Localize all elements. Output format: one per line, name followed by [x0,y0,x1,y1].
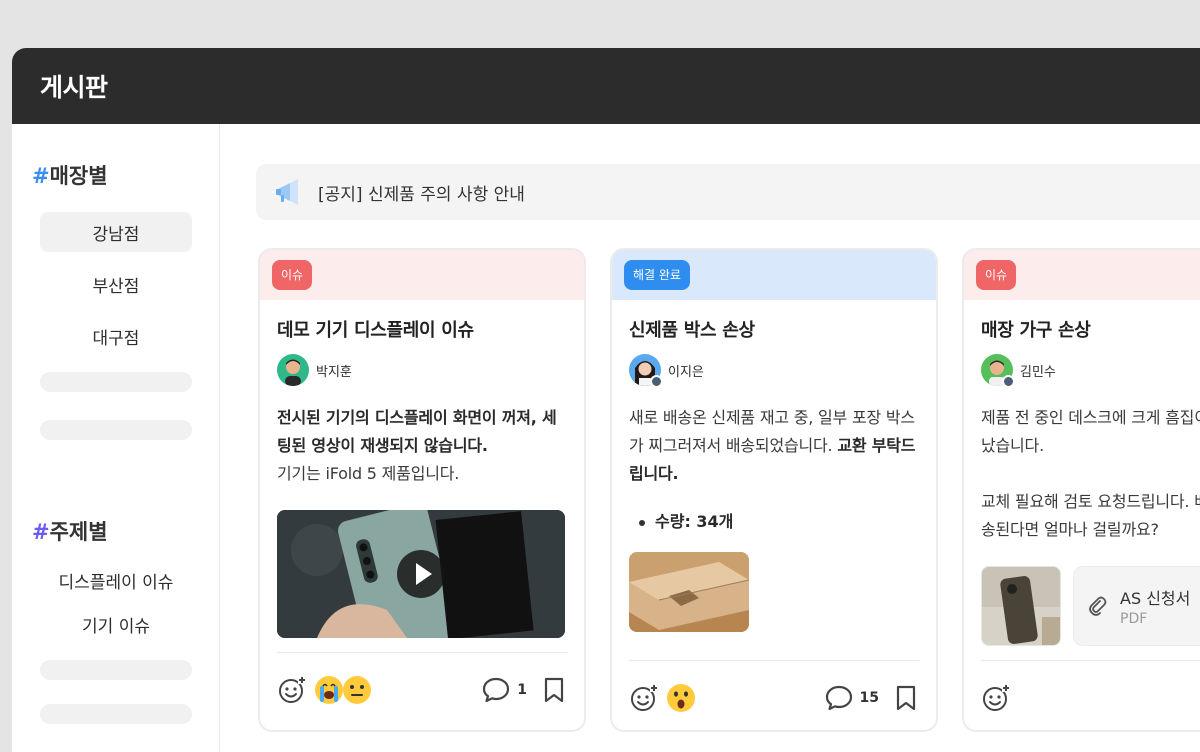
sidebar-item-daegu[interactable]: 대구점 [40,316,192,356]
post-card[interactable]: 해결 완료 신제품 박스 손상 이지은 새로 배송온 신제품 재고 중, 일부 … [610,248,938,732]
add-reaction-icon[interactable] [981,683,1011,713]
sidebar-placeholder [40,372,192,392]
author-name: 이지은 [668,364,704,380]
author-row: 박지훈 [277,354,567,386]
bookmark-icon[interactable] [541,676,567,704]
hash-symbol: # [32,520,50,544]
sidebar-placeholder [40,704,192,724]
author-name: 김민수 [1020,364,1056,380]
post-content-line2: 교체 필요해 검토 요청드립니다. 배송된다면 얼마나 걸릴까요? [981,492,1200,539]
quantity-bullet: 수량: 34개 [629,508,919,532]
app-window: 게시판 #매장별 강남점 부산점 대구점 #주제별 디스플레이 이슈 기기 이슈… [12,48,1200,752]
add-reaction-icon[interactable] [629,683,659,713]
post-content: 교체 필요해 검토 요청드립니다. 배송된다면 얼마나 걸릴까요? [981,488,1200,544]
avatar [277,354,309,386]
comment-count: 1 [517,682,527,698]
sidebar-item-gangnam[interactable]: 강남점 [40,212,192,252]
notice-banner[interactable]: [공지] 신제품 주의 사항 안내 [256,164,1200,220]
megaphone-icon [276,179,298,205]
avatar [629,354,663,388]
play-button[interactable] [397,550,445,598]
sidebar-item-busan[interactable]: 부산점 [40,264,192,304]
comment-icon[interactable] [481,675,511,705]
topic-section-label: 주제별 [49,520,108,544]
comment-icon[interactable] [824,683,854,713]
comment-count: 15 [859,690,879,706]
status-badge: 이슈 [272,260,313,290]
post-title: 데모 기기 디스플레이 이슈 [277,320,474,341]
post-content-plain: 기기는 iFold 5 제품입니다. [277,464,460,483]
attachments: AS 신청서 PDF [981,566,1200,646]
post-card[interactable]: 이슈 매장 가구 손상 김민수 제품 전 중인 데스크에 크게 흠집이 났습니다… [962,248,1200,732]
card-header: 해결 완료 [612,250,936,300]
file-extension: PDF [1120,611,1148,627]
file-name: AS 신청서 [1120,589,1191,608]
file-attachment[interactable]: AS 신청서 PDF [1073,566,1200,646]
post-content: 전시된 기기의 디스플레이 화면이 꺼져, 세팅된 영상이 재생되지 않습니다.… [277,404,567,488]
main-content: [공지] 신제품 주의 사항 안내 이슈 데모 기기 디스플레이 이슈 박지훈 … [221,124,1200,752]
store-section-heading: #매장별 [32,160,108,190]
card-divider [629,660,919,661]
top-bar: 게시판 [12,48,1200,124]
card-footer [981,678,1200,718]
store-section-label: 매장별 [49,164,108,188]
surprised-emoji-icon[interactable] [665,682,697,714]
video-thumbnail[interactable] [277,510,565,638]
hash-symbol: # [32,164,50,188]
post-content-line1: 제품 전 중인 데스크에 크게 흠집이 났습니다. [981,408,1200,455]
add-reaction-icon[interactable] [277,675,307,705]
card-header: 이슈 [260,250,584,300]
card-footer: 1 [277,670,567,710]
author-row: 이지은 [629,354,919,388]
author-name: 박지훈 [316,364,352,380]
app-title: 게시판 [40,73,108,102]
post-title: 매장 가구 손상 [981,320,1091,341]
card-divider [981,660,1200,661]
topic-section-heading: #주제별 [32,516,108,546]
image-thumbnail[interactable] [981,566,1061,646]
neutral-emoji-icon[interactable] [341,674,373,706]
avatar [981,354,1015,388]
status-badge: 해결 완료 [624,260,690,290]
author-row: 김민수 [981,354,1200,388]
sidebar-placeholder [40,660,192,680]
post-content-bold: 전시된 기기의 디스플레이 화면이 꺼져, 세팅된 영상이 재생되지 않습니다. [277,408,557,455]
paperclip-icon [1089,596,1107,616]
status-badge: 이슈 [976,260,1017,290]
status-mark [1002,375,1015,388]
card-footer: 15 [629,678,919,718]
post-content: 새로 배송온 신제품 재고 중, 일부 포장 박스가 찌그러져서 배송되었습니다… [629,404,919,488]
post-card[interactable]: 이슈 데모 기기 디스플레이 이슈 박지훈 전시된 기기의 디스플레이 화면이 … [258,248,586,732]
notice-text: [공지] 신제품 주의 사항 안내 [318,184,525,205]
post-content: 제품 전 중인 데스크에 크게 흠집이 났습니다. [981,404,1200,460]
sidebar-placeholder [40,420,192,440]
bookmark-icon[interactable] [893,684,919,712]
sidebar: #매장별 강남점 부산점 대구점 #주제별 디스플레이 이슈 기기 이슈 [12,124,220,752]
card-divider [277,652,567,653]
status-mark [650,375,663,388]
post-title: 신제품 박스 손상 [629,320,755,341]
sidebar-item-device-issue[interactable]: 기기 이슈 [40,604,192,644]
sidebar-item-display-issue[interactable]: 디스플레이 이슈 [32,560,200,600]
image-thumbnail[interactable] [629,552,749,632]
quantity-text: 수량: 34개 [655,512,734,531]
card-header: 이슈 [964,250,1200,300]
